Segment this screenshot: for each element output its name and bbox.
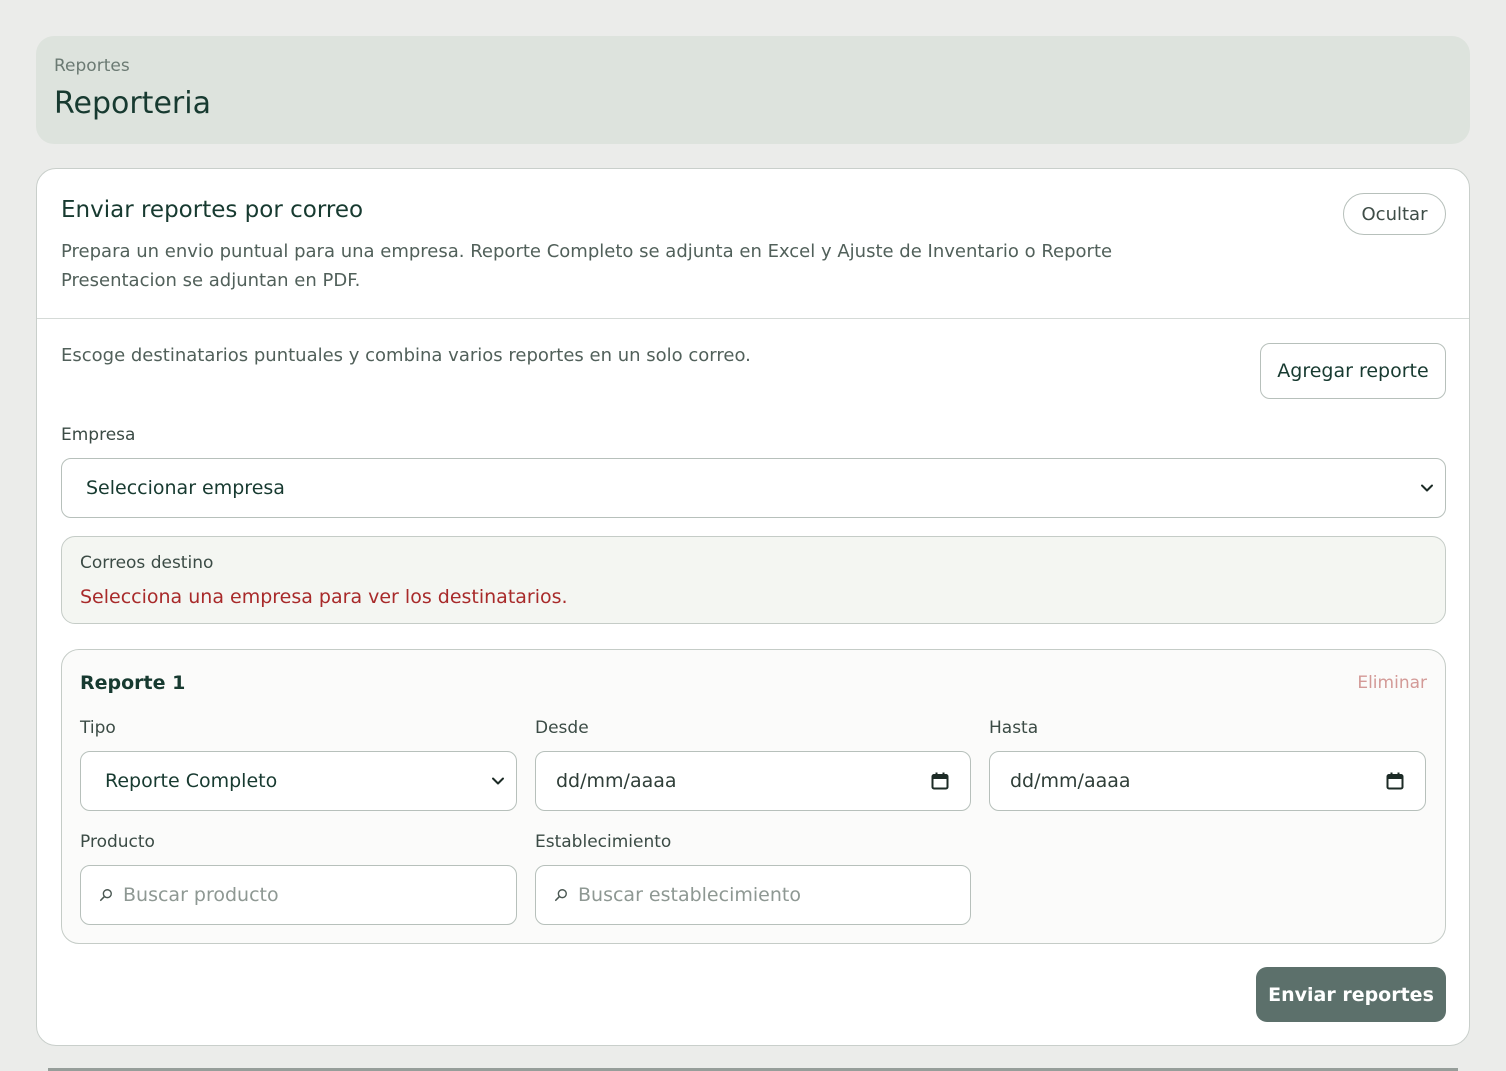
company-label: Empresa [61, 425, 136, 445]
company-select-value: Seleccionar empresa [86, 477, 285, 499]
company-select[interactable]: Seleccionar empresa [61, 458, 1446, 518]
delete-report-link[interactable]: Eliminar [1357, 673, 1427, 693]
recipients-label: Correos destino [80, 553, 214, 573]
chevron-down-icon [1421, 484, 1433, 492]
report-block: Reporte 1 Eliminar Tipo Reporte Completo… [61, 649, 1446, 944]
search-icon [554, 889, 567, 902]
type-label: Tipo [80, 718, 116, 738]
breadcrumb[interactable]: Reportes [54, 56, 130, 76]
type-select-value: Reporte Completo [105, 770, 278, 792]
product-label: Producto [80, 832, 155, 852]
hide-button[interactable]: Ocultar [1343, 193, 1446, 235]
chevron-down-icon [492, 777, 504, 785]
page-header: Reportes Reporteria [36, 36, 1470, 144]
from-date-input[interactable]: dd/mm/aaaa [535, 751, 971, 811]
establishment-search-input[interactable]: Buscar establecimiento [535, 865, 971, 925]
from-date-value: dd/mm/aaaa [556, 770, 677, 792]
report-title: Reporte 1 [80, 672, 186, 694]
page-title: Reporteria [54, 86, 211, 121]
establishment-label: Establecimiento [535, 832, 672, 852]
calendar-icon[interactable] [931, 772, 949, 790]
email-reports-card: Enviar reportes por correo Prepara un en… [36, 168, 1470, 1046]
recipients-box: Correos destino Selecciona una empresa p… [61, 536, 1446, 624]
card-description: Prepara un envio puntual para una empres… [61, 241, 1113, 291]
establishment-search-placeholder: Buscar establecimiento [578, 884, 801, 906]
section-divider [37, 318, 1469, 319]
type-select[interactable]: Reporte Completo [80, 751, 517, 811]
from-label: Desde [535, 718, 589, 738]
to-label: Hasta [989, 718, 1039, 738]
to-date-input[interactable]: dd/mm/aaaa [989, 751, 1426, 811]
add-report-button[interactable]: Agregar reporte [1260, 343, 1446, 399]
product-search-input[interactable]: Buscar producto [80, 865, 517, 925]
send-reports-button[interactable]: Enviar reportes [1256, 967, 1446, 1022]
product-search-placeholder: Buscar producto [123, 884, 279, 906]
card-title: Enviar reportes por correo [61, 197, 364, 223]
recipients-message: Selecciona una empresa para ver los dest… [80, 586, 568, 608]
calendar-icon[interactable] [1386, 772, 1404, 790]
recipients-hint: Escoge destinatarios puntuales y combina… [61, 345, 751, 366]
search-icon [99, 889, 112, 902]
to-date-value: dd/mm/aaaa [1010, 770, 1131, 792]
